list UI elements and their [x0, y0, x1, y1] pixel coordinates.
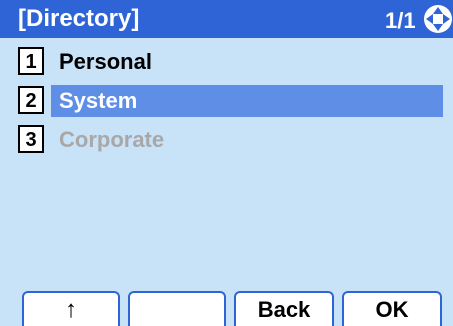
menu-item-label: Personal	[59, 49, 152, 74]
page-title: [Directory]	[18, 5, 140, 32]
up-arrow-icon: ↑	[65, 296, 77, 323]
softkey-blank-button[interactable]	[128, 291, 226, 326]
item-number-badge: 2	[18, 86, 44, 114]
menu-item-system[interactable]: 2 System	[18, 85, 443, 117]
menu-item-label: Corporate	[59, 127, 165, 152]
menu-item-label: System	[59, 88, 138, 113]
softkey-label: OK	[375, 297, 409, 322]
menu-item-corporate[interactable]: 3 Corporate	[18, 124, 443, 156]
phone-display: [Directory] 1/1 1 Personal 2 System 3 Co…	[0, 0, 453, 326]
softkey-ok-button[interactable]: OK	[342, 291, 442, 326]
item-number-badge: 1	[18, 47, 44, 75]
four-way-navigation-icon	[424, 5, 452, 33]
page-indicator: 1/1	[385, 8, 416, 33]
softkey-label: Back	[257, 297, 311, 322]
title-bar: [Directory] 1/1	[0, 0, 453, 38]
item-number-badge: 3	[18, 125, 44, 153]
softkey-back-button[interactable]: Back	[234, 291, 334, 326]
softkey-up-button[interactable]: ↑	[22, 291, 120, 326]
menu-item-personal[interactable]: 1 Personal	[18, 46, 443, 78]
